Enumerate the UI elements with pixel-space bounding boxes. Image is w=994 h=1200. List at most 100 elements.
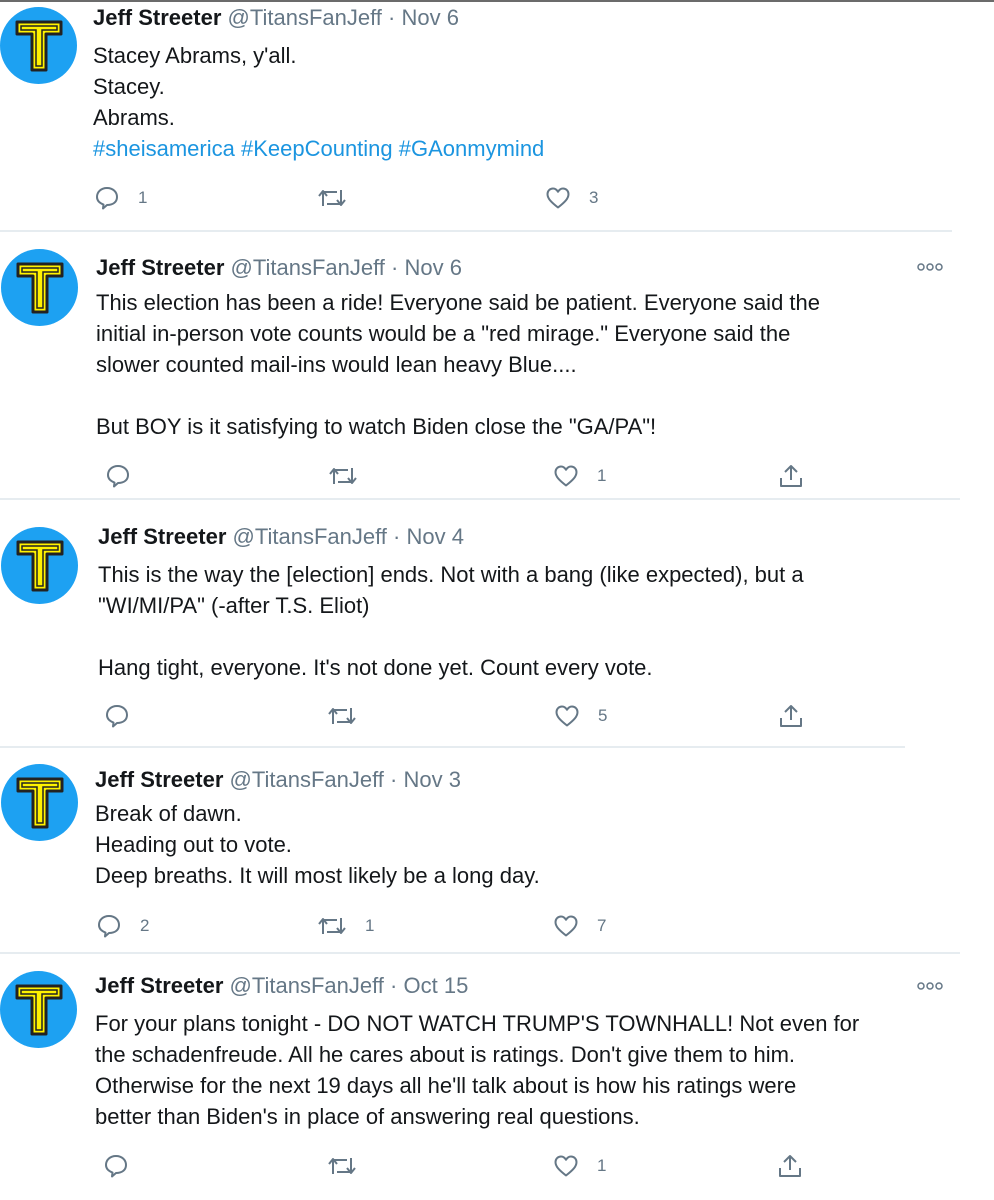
- like-count: 3: [589, 188, 599, 207]
- tweet-text: This election has been a ride! Everyone …: [96, 287, 820, 442]
- tweet-header: Jeff Streeter @TitansFanJeff · Oct 15: [95, 972, 468, 1000]
- share-button[interactable]: [777, 702, 805, 730]
- like-button[interactable]: 3: [545, 186, 598, 210]
- tweet-line: Hang tight, everyone. It's not done yet.…: [98, 655, 653, 680]
- timeline: Jeff Streeter @TitansFanJeff · Nov 6 Sta…: [0, 0, 994, 1200]
- tweet-text: For your plans tonight - DO NOT WATCH TR…: [95, 1008, 859, 1132]
- reply-button[interactable]: 2: [96, 913, 149, 939]
- like-button[interactable]: 1: [553, 464, 606, 488]
- display-name[interactable]: Jeff Streeter: [95, 973, 223, 998]
- tweet-header: Jeff Streeter @TitansFanJeff · Nov 4: [98, 523, 464, 551]
- tweet[interactable]: Jeff Streeter @TitansFanJeff · Nov 3 Bre…: [0, 748, 994, 952]
- display-name[interactable]: Jeff Streeter: [96, 255, 224, 280]
- like-count: 7: [597, 916, 607, 935]
- tweet[interactable]: Jeff Streeter @TitansFanJeff · Nov 4 Thi…: [0, 500, 994, 746]
- tweet-header: Jeff Streeter @TitansFanJeff · Nov 3: [95, 766, 461, 794]
- like-icon: [555, 705, 579, 727]
- tweet-line: Heading out to vote.: [95, 832, 292, 857]
- reply-count: 2: [140, 916, 150, 935]
- retweet-icon: [329, 468, 357, 484]
- tweet-line: Break of dawn.: [95, 801, 242, 826]
- reply-icon: [98, 915, 120, 938]
- tweet-date[interactable]: Nov 6: [405, 255, 462, 280]
- tweet-date[interactable]: Nov 4: [407, 524, 464, 549]
- tweet-line: Abrams.: [93, 105, 175, 130]
- share-icon: [780, 465, 802, 487]
- reply-icon: [105, 1155, 127, 1178]
- like-icon: [554, 1155, 578, 1177]
- retweet-icon: [318, 918, 346, 934]
- retweet-icon: [328, 1158, 356, 1174]
- hashtag-link[interactable]: #sheisamerica: [93, 136, 235, 161]
- retweet-button[interactable]: [327, 704, 375, 728]
- like-count: 1: [597, 466, 607, 485]
- t-logo-icon: [15, 20, 62, 71]
- like-count: 5: [598, 706, 608, 725]
- reply-button[interactable]: 1: [94, 185, 147, 211]
- share-icon: [780, 705, 802, 727]
- like-icon: [546, 187, 570, 209]
- retweet-button[interactable]: [317, 186, 365, 210]
- more-icon[interactable]: [917, 262, 943, 272]
- like-button[interactable]: 5: [554, 704, 607, 728]
- share-button[interactable]: [777, 462, 805, 490]
- share-icon: [779, 1155, 801, 1177]
- avatar[interactable]: [1, 764, 78, 841]
- avatar[interactable]: [0, 971, 77, 1048]
- user-handle[interactable]: @TitansFanJeff: [230, 767, 384, 792]
- tweet-line: slower counted mail-ins would lean heavy…: [96, 352, 577, 377]
- user-handle[interactable]: @TitansFanJeff: [230, 973, 384, 998]
- tweet[interactable]: Jeff Streeter @TitansFanJeff · Nov 6 Thi…: [0, 232, 994, 498]
- like-button[interactable]: 1: [553, 1154, 606, 1178]
- reply-button[interactable]: [105, 463, 149, 489]
- display-name[interactable]: Jeff Streeter: [95, 767, 223, 792]
- retweet-button[interactable]: [328, 464, 376, 488]
- avatar[interactable]: [1, 249, 78, 326]
- like-icon: [554, 915, 578, 937]
- t-logo-icon: [16, 262, 63, 313]
- tweet[interactable]: Jeff Streeter @TitansFanJeff · Nov 6 Sta…: [0, 0, 994, 230]
- hashtag-link[interactable]: #GAonmymind: [399, 136, 545, 161]
- tweet-line: the schadenfreude. All he cares about is…: [95, 1042, 796, 1067]
- tweet-date[interactable]: Nov 6: [402, 5, 459, 30]
- tweet-text: This is the way the [election] ends. Not…: [98, 559, 804, 683]
- retweet-icon: [328, 708, 356, 724]
- tweet-date[interactable]: Nov 3: [404, 767, 461, 792]
- avatar[interactable]: [1, 527, 78, 604]
- separator: ·: [390, 767, 398, 792]
- separator: ·: [390, 973, 398, 998]
- separator: ·: [388, 5, 396, 30]
- tweet-line: "WI/MI/PA" (-after T.S. Eliot): [98, 593, 370, 618]
- user-handle[interactable]: @TitansFanJeff: [233, 524, 387, 549]
- reply-count: 1: [138, 188, 148, 207]
- user-handle[interactable]: @TitansFanJeff: [231, 255, 385, 280]
- tweet-line: better than Biden's in place of answerin…: [95, 1104, 640, 1129]
- like-button[interactable]: 7: [553, 914, 606, 938]
- reply-icon: [96, 187, 118, 210]
- tweet-line: This election has been a ride! Everyone …: [96, 290, 821, 315]
- display-name[interactable]: Jeff Streeter: [93, 5, 221, 30]
- reply-button[interactable]: [103, 1153, 147, 1179]
- t-logo-icon: [15, 984, 62, 1035]
- more-icon[interactable]: [917, 981, 943, 991]
- tweet-text: Stacey Abrams, y'all. Stacey. Abrams. #s…: [93, 40, 544, 164]
- tweet[interactable]: Jeff Streeter @TitansFanJeff · Oct 15 Fo…: [0, 954, 994, 1200]
- separator: ·: [391, 255, 399, 280]
- tweet-date[interactable]: Oct 15: [404, 973, 469, 998]
- retweet-count: 1: [365, 916, 375, 935]
- user-handle[interactable]: @TitansFanJeff: [228, 5, 382, 30]
- hashtag-link[interactable]: #KeepCounting: [241, 136, 393, 161]
- share-button[interactable]: [776, 1152, 804, 1180]
- tweet-line: initial in-person vote counts would be a…: [96, 321, 791, 346]
- retweet-button[interactable]: 1: [317, 914, 374, 938]
- tweet-header: Jeff Streeter @TitansFanJeff · Nov 6: [93, 4, 459, 32]
- avatar[interactable]: [0, 7, 77, 84]
- reply-button[interactable]: [104, 703, 148, 729]
- tweet-line: Otherwise for the next 19 days all he'll…: [95, 1073, 797, 1098]
- retweet-button[interactable]: [327, 1154, 375, 1178]
- retweet-icon: [318, 190, 346, 206]
- tweet-line: Stacey.: [93, 74, 165, 99]
- hashtag-line: #sheisamerica #KeepCounting #GAonmymind: [93, 133, 544, 164]
- display-name[interactable]: Jeff Streeter: [98, 524, 226, 549]
